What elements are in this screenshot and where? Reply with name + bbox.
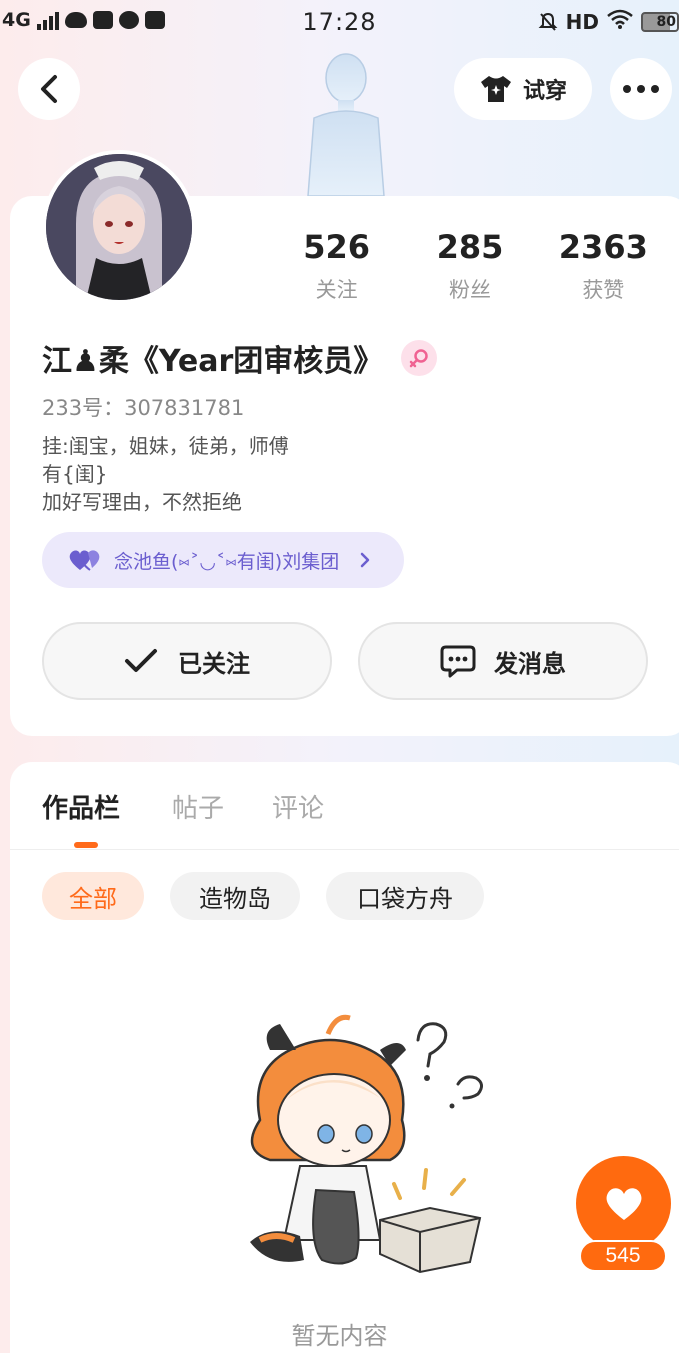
- empty-state-illustration: [250, 1014, 483, 1274]
- try-on-button[interactable]: 试穿: [454, 58, 592, 120]
- bio-line: 加好写理由，不然拒绝: [42, 490, 242, 514]
- more-dot-icon: [623, 85, 631, 93]
- chevron-left-icon: [41, 75, 57, 103]
- avatar[interactable]: [42, 150, 196, 304]
- tab-works[interactable]: 作品栏: [42, 788, 120, 825]
- battery-level: 80: [656, 13, 676, 30]
- avatar-image: [46, 154, 192, 300]
- stat-value: 2363: [558, 228, 648, 266]
- hd-label: HD: [565, 9, 599, 34]
- stats-row: 526 关注 285 粉丝 2363 获赞: [270, 228, 670, 304]
- stat-value: 526: [303, 228, 371, 266]
- more-dot-icon: [637, 85, 645, 93]
- filter-creation-island[interactable]: 造物岛: [170, 872, 300, 920]
- user-id: 233号：307831781: [42, 396, 245, 420]
- like-count: 545: [579, 1240, 667, 1272]
- wifi-icon: [607, 9, 633, 34]
- bio-line: 有{闺}: [42, 462, 108, 486]
- message-label: 发消息: [494, 649, 566, 678]
- mute-bell-icon: [538, 12, 558, 32]
- check-icon: [125, 649, 157, 672]
- tab-divider: [10, 849, 679, 850]
- stat-followers[interactable]: 285 粉丝: [403, 228, 536, 304]
- avatar-3d-preview: [307, 53, 385, 196]
- stat-label: 关注: [315, 278, 358, 302]
- stat-following[interactable]: 526 关注: [270, 228, 403, 304]
- tshirt-icon: [480, 76, 511, 102]
- tab-indicator: [74, 842, 98, 848]
- follow-button[interactable]: 已关注: [42, 622, 332, 700]
- stat-likes[interactable]: 2363 获赞: [537, 228, 670, 304]
- tab-posts[interactable]: 帖子: [172, 788, 224, 825]
- follow-label: 已关注: [178, 649, 250, 678]
- status-right: HD 80: [538, 9, 679, 34]
- stat-label: 粉丝: [448, 278, 491, 302]
- group-chip[interactable]: 念池鱼(⑅˃◡˂⑅有闺)刘集团: [42, 532, 404, 588]
- heart-icon: [606, 1187, 641, 1220]
- group-name: 念池鱼(⑅˃◡˂⑅有闺)刘集团: [114, 550, 340, 573]
- back-button[interactable]: [18, 58, 80, 120]
- more-button[interactable]: [610, 58, 672, 120]
- bio-line: 挂:闺宝，姐妹，徒弟，师傅: [42, 434, 289, 458]
- chat-bubble-icon: [440, 645, 476, 678]
- empty-state-text: 暂无内容: [291, 1322, 388, 1350]
- nickname: 江♟柔《Year团审核员》: [42, 344, 384, 379]
- try-on-label: 试穿: [522, 79, 567, 104]
- like-button[interactable]: [576, 1156, 671, 1251]
- filter-pocket-ark[interactable]: 口袋方舟: [326, 872, 484, 920]
- more-dot-icon: [651, 85, 659, 93]
- stat-value: 285: [436, 228, 504, 266]
- message-button[interactable]: 发消息: [358, 622, 648, 700]
- heart-icon: [69, 550, 100, 571]
- filter-all[interactable]: 全部: [42, 872, 144, 920]
- chevron-right-icon: [360, 552, 370, 568]
- female-icon: [410, 349, 428, 368]
- stat-label: 获赞: [582, 278, 625, 302]
- tab-comments[interactable]: 评论: [272, 788, 324, 825]
- battery-icon: 80: [641, 11, 679, 32]
- bio: 挂:闺宝，姐妹，徒弟，师傅 有{闺} 加好写理由，不然拒绝: [42, 432, 289, 516]
- gender-badge: [401, 340, 438, 376]
- nickname-row: 江♟柔《Year团审核员》: [42, 336, 438, 380]
- status-bar: 4G 17:28 HD 80: [0, 0, 679, 44]
